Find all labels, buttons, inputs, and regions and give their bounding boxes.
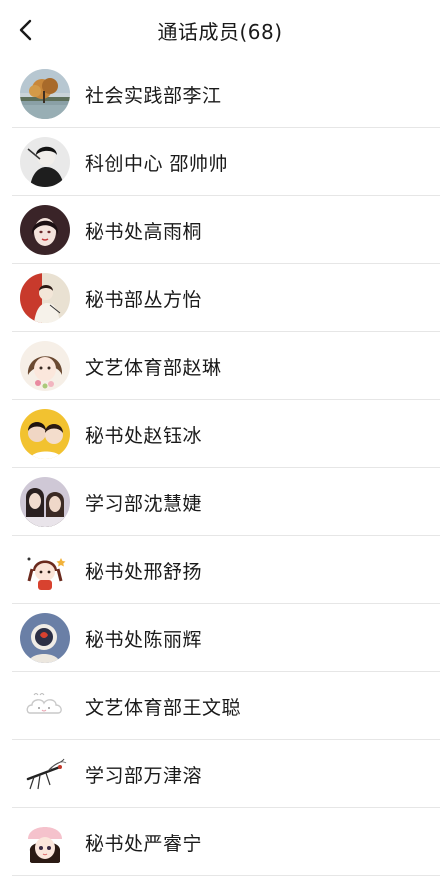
member-name: 文艺体育部赵琳 <box>85 356 222 379</box>
avatar <box>20 477 70 527</box>
avatar <box>20 681 70 731</box>
member-name: 秘书部丛方怡 <box>85 288 203 311</box>
page-title: 通话成员(68) <box>157 19 283 44</box>
avatar <box>20 817 70 867</box>
avatar <box>20 749 70 799</box>
member-row[interactable]: 秘书处严睿宁 <box>0 808 440 876</box>
member-name: 秘书处赵钰冰 <box>85 424 203 447</box>
member-row[interactable]: 文艺体育部王文聪 <box>0 672 440 740</box>
avatar <box>20 409 70 459</box>
chevron-left-icon <box>19 19 32 41</box>
member-name: 文艺体育部王文聪 <box>85 696 242 719</box>
avatar <box>20 205 70 255</box>
member-row[interactable]: 秘书处邢舒扬 <box>0 536 440 604</box>
member-row[interactable]: 文艺体育部赵琳 <box>0 332 440 400</box>
member-name: 学习部万津溶 <box>85 764 203 787</box>
member-name: 学习部沈慧婕 <box>85 492 203 515</box>
avatar <box>20 545 70 595</box>
member-row[interactable]: 秘书部丛方怡 <box>0 264 440 332</box>
member-row[interactable]: 秘书处赵钰冰 <box>0 400 440 468</box>
member-name: 科创中心 邵帅帅 <box>85 152 229 175</box>
member-name: 秘书处严睿宁 <box>85 832 203 855</box>
member-name: 秘书处陈丽辉 <box>85 628 203 651</box>
member-row[interactable]: 科创中心 邵帅帅 <box>0 128 440 196</box>
avatar <box>20 341 70 391</box>
back-button[interactable] <box>6 10 46 50</box>
top-bar: 通话成员(68) <box>0 0 440 60</box>
member-row[interactable]: 秘书处高雨桐 <box>0 196 440 264</box>
member-row[interactable]: 学习部沈慧婕 <box>0 468 440 536</box>
member-row[interactable]: 秘书处陈丽辉 <box>0 604 440 672</box>
avatar <box>20 137 70 187</box>
member-row[interactable]: 学习部万津溶 <box>0 740 440 808</box>
member-list: 社会实践部李江 科创中心 邵帅帅 秘书处高雨桐 秘书部丛方怡 文艺体育部赵琳 秘… <box>0 60 440 876</box>
call-members-screen: 通话成员(68) 社会实践部李江 科创中心 邵帅帅 秘书处高雨桐 秘书部丛方怡 … <box>0 0 440 878</box>
member-name: 秘书处高雨桐 <box>85 220 203 243</box>
member-row[interactable]: 社会实践部李江 <box>0 60 440 128</box>
avatar <box>20 273 70 323</box>
member-name: 社会实践部李江 <box>85 84 222 107</box>
member-name: 秘书处邢舒扬 <box>85 560 203 583</box>
avatar <box>20 69 70 119</box>
avatar <box>20 613 70 663</box>
